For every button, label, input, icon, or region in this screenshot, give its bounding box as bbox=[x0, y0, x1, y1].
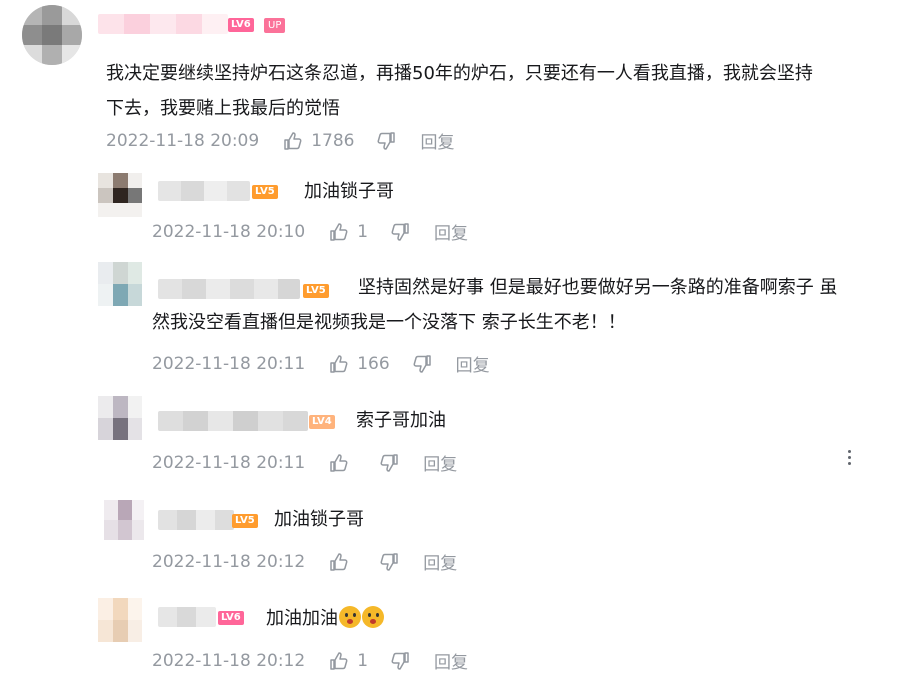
reply-button[interactable]: 回复 bbox=[423, 450, 457, 475]
comment-meta: 2022-11-18 20:09 1786 回复 bbox=[106, 128, 454, 154]
avatar[interactable] bbox=[98, 262, 142, 306]
level-badge: LV5 bbox=[232, 514, 258, 528]
dislike-button[interactable] bbox=[390, 222, 410, 242]
reply-button[interactable]: 回复 bbox=[456, 351, 490, 376]
like-button[interactable] bbox=[329, 552, 357, 572]
thumbs-down-icon bbox=[380, 453, 398, 472]
thumbs-up-icon bbox=[330, 453, 348, 472]
thumbs-up-icon bbox=[284, 131, 302, 150]
reply-meta: 2022-11-18 20:12 1 回复 bbox=[152, 648, 468, 674]
thumbs-up-icon bbox=[330, 222, 348, 241]
like-count: 1 bbox=[357, 650, 369, 671]
timestamp: 2022-11-18 20:10 bbox=[152, 221, 306, 242]
like-button[interactable]: 1 bbox=[329, 651, 368, 671]
like-count: 1 bbox=[357, 221, 369, 242]
timestamp: 2022-11-18 20:12 bbox=[152, 650, 306, 671]
thumbs-down-icon bbox=[377, 131, 396, 150]
username[interactable] bbox=[158, 607, 216, 627]
avatar[interactable] bbox=[98, 598, 142, 642]
avatar[interactable] bbox=[98, 396, 142, 440]
reply-text: 索子哥加油 bbox=[356, 410, 446, 431]
reply-meta: 2022-11-18 20:11 回复 bbox=[152, 450, 457, 476]
dislike-button[interactable] bbox=[390, 651, 410, 671]
reply-meta: 2022-11-18 20:10 1 回复 bbox=[152, 219, 468, 245]
thumbs-up-icon bbox=[330, 354, 348, 373]
level-badge: LV6 bbox=[228, 18, 254, 32]
reply-button[interactable]: 回复 bbox=[434, 219, 468, 244]
up-badge: UP bbox=[264, 18, 286, 33]
timestamp: 2022-11-18 20:09 bbox=[106, 130, 260, 151]
username[interactable] bbox=[158, 181, 250, 201]
thumbs-down-icon bbox=[391, 222, 409, 241]
reply-text: 加油锁子哥 bbox=[304, 181, 394, 202]
dislike-button[interactable] bbox=[376, 131, 396, 151]
reply-meta: 2022-11-18 20:11 166 回复 bbox=[152, 351, 490, 377]
comment-text: 我决定要继续坚持炉石这条忍道，再播50年的炉石，只要还有一人看我直播，我就会坚持… bbox=[106, 63, 813, 119]
like-button[interactable] bbox=[329, 453, 357, 473]
more-options-icon[interactable] bbox=[848, 450, 852, 468]
reply-meta: 2022-11-18 20:12 回复 bbox=[152, 549, 457, 575]
avatar[interactable] bbox=[98, 173, 142, 217]
thumbs-up-icon bbox=[330, 651, 348, 670]
reply-text: 坚持固然是好事 但是最好也要做好另一条路的准备啊索子 虽 然我没空看直播但是视频… bbox=[152, 277, 838, 333]
timestamp: 2022-11-18 20:11 bbox=[152, 353, 306, 374]
level-badge: LV5 bbox=[252, 185, 278, 199]
timestamp: 2022-11-18 20:12 bbox=[152, 551, 306, 572]
thumbs-down-icon bbox=[380, 552, 398, 571]
username[interactable] bbox=[158, 411, 308, 431]
username[interactable] bbox=[98, 14, 228, 34]
reply-button[interactable]: 回复 bbox=[420, 128, 454, 153]
level-badge: LV4 bbox=[309, 415, 335, 429]
dislike-button[interactable] bbox=[412, 354, 432, 374]
username[interactable] bbox=[158, 510, 234, 530]
reply-button[interactable]: 回复 bbox=[434, 648, 468, 673]
avatar[interactable] bbox=[104, 500, 144, 540]
reply-button[interactable]: 回复 bbox=[423, 549, 457, 574]
scream-emoji-icon bbox=[362, 606, 384, 628]
reply-text: 加油锁子哥 bbox=[274, 509, 364, 530]
like-button[interactable]: 1 bbox=[329, 222, 368, 242]
dislike-button[interactable] bbox=[379, 453, 399, 473]
level-badge: LV6 bbox=[218, 611, 244, 625]
like-count: 166 bbox=[357, 353, 390, 374]
like-button[interactable]: 1786 bbox=[283, 131, 354, 151]
reply-text: 加油加油 bbox=[266, 601, 384, 636]
avatar[interactable] bbox=[22, 5, 82, 65]
scream-emoji-icon bbox=[339, 606, 361, 628]
timestamp: 2022-11-18 20:11 bbox=[152, 452, 306, 473]
like-count: 1786 bbox=[311, 130, 355, 151]
like-button[interactable]: 166 bbox=[329, 353, 390, 374]
thumbs-down-icon bbox=[391, 651, 409, 670]
thumbs-down-icon bbox=[413, 354, 431, 373]
dislike-button[interactable] bbox=[379, 552, 399, 572]
thumbs-up-icon bbox=[330, 552, 348, 571]
